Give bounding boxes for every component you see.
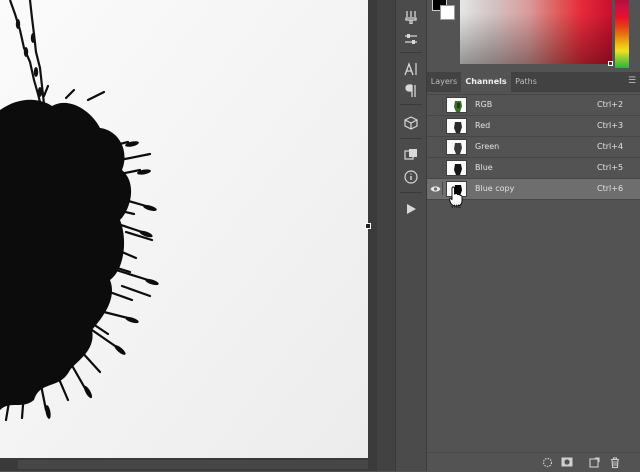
- channel-thumbnail: [446, 97, 467, 113]
- channel-thumbnail: [446, 139, 467, 155]
- channel-row-green[interactable]: Green Ctrl+4: [427, 137, 640, 158]
- channel-name: Red: [475, 121, 491, 130]
- visibility-toggle[interactable]: [429, 140, 443, 153]
- brush-settings-icon[interactable]: [396, 6, 426, 28]
- channel-row-red[interactable]: Red Ctrl+3: [427, 116, 640, 137]
- channel-thumbnail: [446, 160, 467, 176]
- tab-layers[interactable]: Layers: [427, 72, 461, 92]
- eye-icon: [430, 185, 441, 192]
- panel-tab-bar: Layers Channels Paths ☰: [427, 72, 640, 92]
- panel-menu-icon[interactable]: ☰: [628, 77, 637, 86]
- visibility-toggle[interactable]: [429, 98, 443, 111]
- canvas-resize-handle[interactable]: [365, 223, 371, 229]
- collapsed-panel-strip: [395, 0, 427, 471]
- paragraph-icon[interactable]: [396, 80, 426, 102]
- plant-silhouette-image: [0, 0, 368, 460]
- load-selection-icon[interactable]: [541, 456, 553, 468]
- channel-shortcut: Ctrl+5: [597, 163, 624, 172]
- adjustments-icon[interactable]: [396, 28, 426, 50]
- save-selection-icon[interactable]: [561, 456, 573, 468]
- 3d-icon[interactable]: [396, 112, 426, 134]
- background-color-swatch[interactable]: [440, 5, 455, 20]
- canvas-divider: [368, 0, 377, 471]
- color-spectrum-field[interactable]: [460, 0, 612, 64]
- channel-row-blue[interactable]: Blue Ctrl+5: [427, 158, 640, 179]
- info-panel-icon[interactable]: [396, 144, 426, 166]
- horizontal-scrollbar[interactable]: [0, 458, 376, 471]
- hand-pointer-cursor: [449, 186, 463, 208]
- channel-row-rgb[interactable]: RGB Ctrl+2: [427, 95, 640, 116]
- document-canvas[interactable]: [0, 0, 368, 460]
- visibility-toggle[interactable]: [429, 182, 443, 195]
- properties-icon[interactable]: [396, 166, 426, 188]
- channel-name: Blue: [475, 163, 493, 172]
- channel-shortcut: Ctrl+6: [597, 184, 624, 193]
- panel-footer: [427, 452, 640, 472]
- channel-shortcut: Ctrl+3: [597, 121, 624, 130]
- visibility-toggle[interactable]: [429, 161, 443, 174]
- channel-name: RGB: [475, 100, 493, 109]
- hue-slider[interactable]: [615, 0, 629, 68]
- tab-channels[interactable]: Channels: [461, 72, 511, 92]
- channel-shortcut: Ctrl+4: [597, 142, 624, 151]
- panel-dock-gutter: [377, 0, 395, 471]
- channel-name: Green: [475, 142, 500, 151]
- channel-name: Blue copy: [475, 184, 515, 193]
- play-action-icon[interactable]: [396, 198, 426, 220]
- color-panel: [427, 0, 640, 72]
- new-channel-icon[interactable]: [588, 456, 600, 468]
- channel-thumbnail: [446, 118, 467, 134]
- channels-panel: Layers Channels Paths ☰ RGB Ctrl+2 Red C…: [427, 72, 640, 472]
- color-picker-marker[interactable]: [608, 61, 613, 66]
- scrollbar-thumb[interactable]: [18, 460, 368, 469]
- tab-paths[interactable]: Paths: [511, 72, 541, 92]
- channel-shortcut: Ctrl+2: [597, 100, 624, 109]
- visibility-toggle[interactable]: [429, 119, 443, 132]
- delete-channel-icon[interactable]: [609, 456, 621, 468]
- character-icon[interactable]: [396, 58, 426, 80]
